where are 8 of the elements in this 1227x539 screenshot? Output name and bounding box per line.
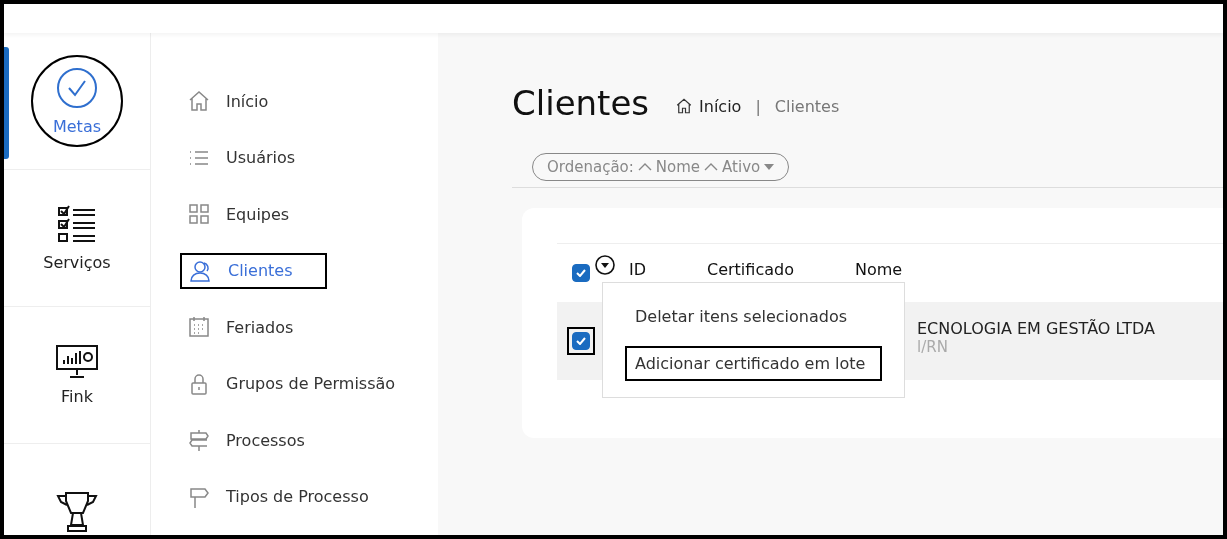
breadcrumb-separator: | — [755, 96, 761, 116]
page-title: Clientes — [512, 83, 650, 123]
rail-label: Fink — [61, 386, 93, 406]
breadcrumb-current: Clientes — [774, 96, 840, 116]
rail-label: Metas — [52, 116, 102, 136]
rail-label: Serviços — [43, 252, 111, 272]
client-name: ECNOLOGIA EM GESTÃO LTDA — [917, 318, 1155, 338]
client-location: l/RN — [917, 337, 949, 356]
